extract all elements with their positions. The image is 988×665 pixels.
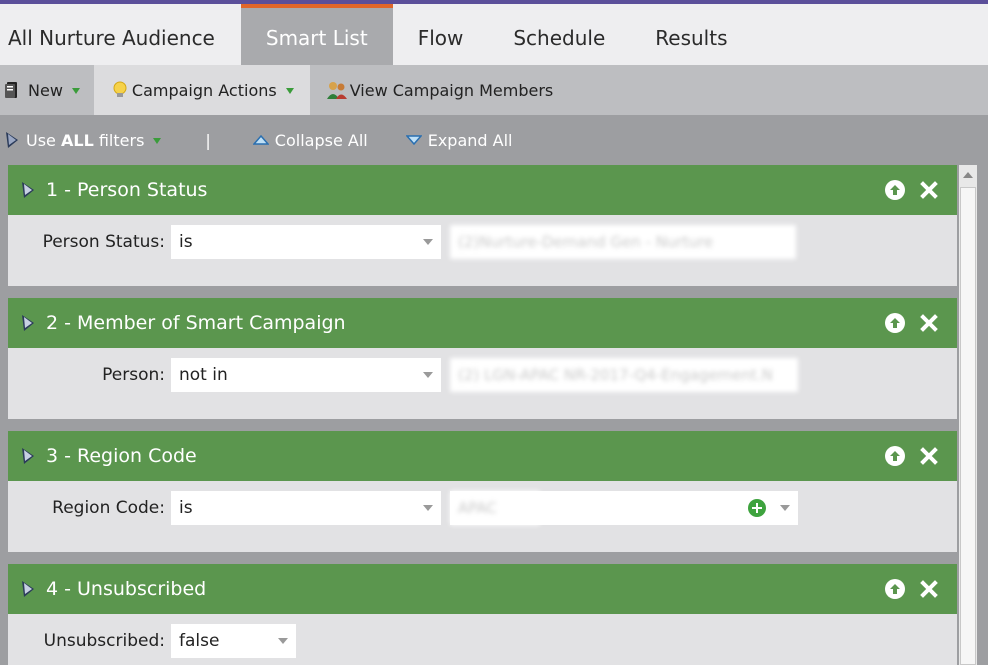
collapse-all-button[interactable]: Collapse All: [252, 130, 368, 150]
field-label: Person:: [102, 365, 165, 385]
move-up-icon[interactable]: [885, 313, 905, 333]
scroll-thumb[interactable]: [960, 187, 976, 665]
operator-select[interactable]: is: [171, 491, 441, 525]
filter-bar: Use ALL filters | Collapse All Expand Al…: [0, 115, 988, 165]
move-up-icon[interactable]: [885, 446, 905, 466]
filter-funnel-icon: [22, 448, 34, 464]
lightbulb-icon: [113, 81, 127, 97]
chevron-down-icon[interactable]: [780, 505, 790, 511]
operator-value: false: [179, 631, 220, 651]
new-button[interactable]: New: [0, 65, 94, 115]
tab-all-nurture-audience[interactable]: All Nurture Audience: [0, 4, 241, 65]
filter-header[interactable]: 3 - Region Code: [8, 431, 957, 481]
filter-title: 1 - Person Status: [46, 179, 208, 201]
collapse-icon: [252, 134, 269, 145]
filterbar-separator: |: [205, 130, 211, 150]
filter-header[interactable]: 4 - Unsubscribed: [8, 564, 957, 614]
chevron-down-icon: [423, 505, 433, 511]
field-label: Region Code:: [52, 498, 165, 518]
filter-card-member-of-smart-campaign: 2 - Member of Smart Campaign Person: not…: [8, 298, 957, 419]
new-button-label: New: [28, 80, 63, 100]
campaign-actions-label: Campaign Actions: [131, 80, 277, 100]
filter-header[interactable]: 1 - Person Status: [8, 165, 957, 215]
scroll-up-arrow-icon[interactable]: [963, 172, 973, 178]
close-icon[interactable]: [919, 313, 939, 333]
view-campaign-members-label: View Campaign Members: [349, 80, 554, 100]
operator-value: is: [179, 232, 193, 252]
filter-card-unsubscribed: 4 - Unsubscribed Unsubscribed: false: [8, 564, 957, 665]
operator-select[interactable]: not in: [171, 358, 441, 392]
people-icon: [326, 82, 347, 99]
campaign-actions-button[interactable]: Campaign Actions: [93, 65, 310, 115]
view-campaign-members-button[interactable]: View Campaign Members: [310, 65, 568, 115]
filter-card-region-code: 3 - Region Code Region Code: is APAC: [8, 431, 957, 552]
operator-value: not in: [179, 365, 228, 385]
chevron-down-icon: [285, 88, 294, 94]
close-icon[interactable]: [919, 579, 939, 599]
value-input[interactable]: (2)Nurture-Demand Gen - Nurture: [450, 225, 796, 259]
use-all-strong: ALL: [60, 130, 94, 150]
filter-funnel-icon: [22, 315, 34, 331]
expand-icon: [405, 135, 422, 146]
move-up-icon[interactable]: [885, 180, 905, 200]
use-prefix: Use: [26, 130, 61, 150]
use-filters-dropdown[interactable]: Use ALL filters: [4, 130, 162, 150]
chevron-down-icon: [278, 638, 288, 644]
tab-flow[interactable]: Flow: [393, 4, 489, 65]
filter-funnel-icon: [22, 581, 34, 597]
chevron-down-icon: [71, 88, 80, 94]
field-label: Person Status:: [42, 232, 165, 252]
move-up-icon[interactable]: [885, 579, 905, 599]
filter-title: 4 - Unsubscribed: [46, 578, 207, 600]
toolbar: New Campaign Actions View Campaign Membe…: [0, 65, 988, 115]
filter-header[interactable]: 2 - Member of Smart Campaign: [8, 298, 957, 348]
funnel-icon: [6, 132, 18, 148]
operator-select[interactable]: is: [171, 225, 441, 259]
tab-schedule[interactable]: Schedule: [488, 4, 630, 65]
close-icon[interactable]: [919, 446, 939, 466]
chevron-down-icon: [423, 239, 433, 245]
operator-value: is: [179, 498, 193, 518]
chevron-down-icon: [423, 372, 433, 378]
close-icon[interactable]: [919, 180, 939, 200]
expand-all-button[interactable]: Expand All: [405, 130, 513, 150]
filter-funnel-icon: [22, 182, 34, 198]
chevron-down-icon: [153, 138, 162, 144]
add-value-icon[interactable]: [748, 499, 766, 517]
new-doc-icon: [5, 82, 17, 98]
tab-results[interactable]: Results: [630, 4, 752, 65]
filter-card-person-status: 1 - Person Status Person Status: is (2)N…: [8, 165, 957, 286]
value-multi-select[interactable]: APAC: [450, 491, 798, 525]
field-label: Unsubscribed:: [43, 631, 165, 651]
vertical-scrollbar[interactable]: [959, 165, 977, 665]
filter-title: 2 - Member of Smart Campaign: [46, 312, 346, 334]
value-input[interactable]: (2) LGN-APAC NR-2017-Q4-Engagement.N: [450, 358, 798, 392]
value-select[interactable]: false: [171, 624, 296, 658]
use-suffix: filters: [93, 130, 145, 150]
tab-smart-list[interactable]: Smart List: [240, 4, 393, 65]
value-input[interactable]: APAC: [450, 491, 540, 525]
expand-all-label: Expand All: [427, 130, 513, 150]
filter-title: 3 - Region Code: [46, 445, 197, 467]
collapse-all-label: Collapse All: [274, 130, 368, 150]
tab-bar: All Nurture Audience Smart List Flow Sch…: [0, 4, 988, 65]
